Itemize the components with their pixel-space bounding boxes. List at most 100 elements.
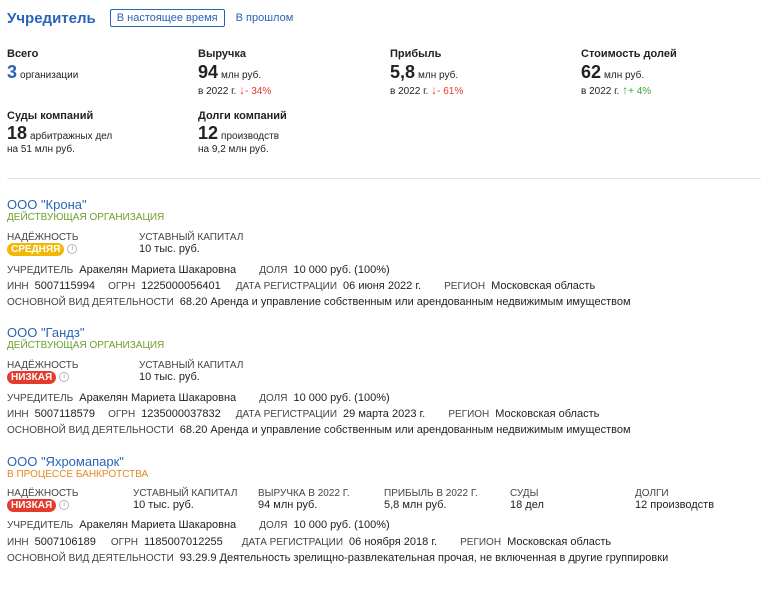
ogrn-label: ОГРН — [108, 409, 136, 420]
stat-total-value[interactable]: 3 — [7, 62, 17, 82]
share-value: 10 000 руб. (100%) — [293, 519, 390, 531]
activity-value: 68.20 Аренда и управление собственным ил… — [179, 296, 631, 308]
share-value: 10 000 руб. (100%) — [293, 264, 390, 276]
ogrn-value: 1185007012255 — [143, 536, 223, 548]
org-name-link[interactable]: ООО "Яхромапарк" — [7, 454, 767, 469]
debts-value[interactable]: 12 производств — [635, 499, 714, 511]
capital-label: УСТАВНЫЙ КАПИТАЛ — [139, 232, 244, 243]
org-status: ДЕЙСТВУЮЩАЯ ОРГАНИЗАЦИЯ — [7, 340, 165, 351]
stat-revenue-year: в 2022 г. — [198, 86, 237, 97]
org-card: ООО "Гандз" ДЕЙСТВУЮЩАЯ ОРГАНИЗАЦИЯ НАДЁ… — [7, 325, 767, 440]
founder-label: УЧРЕДИТЕЛЬ — [7, 265, 74, 276]
stat-profit-label: Прибыль — [390, 48, 442, 60]
org-card: ООО "Яхромапарк" В ПРОЦЕССЕ БАНКРОТСТВА … — [7, 454, 767, 574]
info-icon[interactable]: i — [59, 500, 70, 511]
stat-debts-sub: на 9,2 млн руб. — [198, 144, 269, 155]
ogrn-label: ОГРН — [110, 537, 138, 548]
stat-profit-unit: млн руб. — [418, 70, 459, 81]
capital-label: УСТАВНЫЙ КАПИТАЛ — [133, 488, 238, 499]
ogrn-label: ОГРН — [108, 281, 136, 292]
inn-label: ИНН — [7, 409, 29, 420]
org-name-link[interactable]: ООО "Крона" — [7, 197, 767, 212]
share-label: ДОЛЯ — [259, 520, 288, 531]
stat-profit-change: - 61% — [437, 86, 464, 97]
info-icon[interactable]: i — [67, 244, 78, 255]
founder-value: Аракелян Мариета Шакаровна — [79, 392, 237, 404]
reliability-label: НАДЁЖНОСТЬ — [7, 360, 79, 371]
activity-label: ОСНОВНОЙ ВИД ДЕЯТЕЛЬНОСТИ — [7, 553, 174, 564]
reg-date-value: 06 ноября 2018 г. — [349, 536, 438, 548]
region-value: Московская область — [491, 280, 596, 292]
stat-courts-unit: арбитражных дел — [30, 131, 113, 142]
org-card: ООО "Крона" ДЕЙСТВУЮЩАЯ ОРГАНИЗАЦИЯ НАДЁ… — [7, 197, 767, 312]
reliability-badge: НИЗКАЯ — [7, 499, 57, 512]
stat-debts: Долги компаний 12 производств на 9,2 млн … — [198, 110, 287, 155]
founder-value: Аракелян Мариета Шакаровна — [79, 264, 237, 276]
reg-date-label: ДАТА РЕГИСТРАЦИИ — [235, 281, 338, 292]
share-label: ДОЛЯ — [259, 265, 288, 276]
stat-courts-sub: на 51 млн руб. — [7, 144, 75, 155]
org-status: ДЕЙСТВУЮЩАЯ ОРГАНИЗАЦИЯ — [7, 212, 165, 223]
inn-value: 5007115994 — [34, 280, 96, 292]
reliability-label: НАДЁЖНОСТЬ — [7, 232, 79, 243]
stat-shares-unit: млн руб. — [604, 70, 645, 81]
tab-past[interactable]: В прошлом — [230, 10, 300, 26]
stat-revenue: Выручка 94 млн руб. в 2022 г. ↓- 34% — [198, 48, 271, 97]
stat-debts-value: 12 — [198, 123, 219, 143]
region-value: Московская область — [507, 536, 612, 548]
stat-courts-label: Суды компаний — [7, 110, 94, 122]
tab-current[interactable]: В настоящее время — [109, 9, 225, 27]
stat-revenue-unit: млн руб. — [221, 70, 262, 81]
activity-value: 68.20 Аренда и управление собственным ил… — [179, 424, 631, 436]
stat-total-unit: организации — [20, 70, 79, 81]
founder-value: Аракелян Мариета Шакаровна — [79, 519, 237, 531]
ogrn-value: 1225000056401 — [141, 280, 221, 292]
org-name-link[interactable]: ООО "Гандз" — [7, 325, 767, 340]
stat-profit-year: в 2022 г. — [390, 86, 429, 97]
reg-date-label: ДАТА РЕГИСТРАЦИИ — [235, 409, 338, 420]
stat-profit: Прибыль 5,8 млн руб. в 2022 г. ↓- 61% — [390, 48, 463, 97]
region-label: РЕГИОН — [460, 537, 502, 548]
capital-value: 10 тыс. руб. — [139, 371, 200, 383]
reliability-badge: НИЗКАЯ — [7, 371, 57, 384]
stat-shares-label: Стоимость долей — [581, 48, 677, 60]
region-value: Московская область — [495, 408, 600, 420]
reliability-label: НАДЁЖНОСТЬ — [7, 488, 79, 499]
inn-value: 5007118579 — [34, 408, 96, 420]
stat-courts-value: 18 — [7, 123, 28, 143]
stat-shares: Стоимость долей 62 млн руб. в 2022 г. ↑+ … — [581, 48, 677, 97]
stat-total: Всего 3 организации — [7, 48, 78, 83]
stat-courts: Суды компаний 18 арбитражных дел на 51 мл… — [7, 110, 112, 155]
info-icon[interactable]: i — [59, 372, 70, 383]
ogrn-value: 1235000037832 — [141, 408, 221, 420]
courts-value[interactable]: 18 дел — [510, 499, 544, 511]
founder-label: УЧРЕДИТЕЛЬ — [7, 520, 74, 531]
capital-label: УСТАВНЫЙ КАПИТАЛ — [139, 360, 244, 371]
reg-date-value: 29 марта 2023 г. — [343, 408, 426, 420]
share-label: ДОЛЯ — [259, 393, 288, 404]
org-status: В ПРОЦЕССЕ БАНКРОТСТВА — [7, 469, 149, 480]
reg-date-label: ДАТА РЕГИСТРАЦИИ — [241, 537, 344, 548]
stat-debts-unit: производств — [221, 131, 280, 142]
founder-label: УЧРЕДИТЕЛЬ — [7, 393, 74, 404]
region-label: РЕГИОН — [444, 281, 486, 292]
stat-profit-value: 5,8 — [390, 62, 416, 82]
reg-date-value: 06 июня 2022 г. — [343, 280, 422, 292]
courts-label: СУДЫ — [510, 488, 539, 499]
share-value: 10 000 руб. (100%) — [293, 392, 390, 404]
profit-value: 5,8 млн руб. — [384, 499, 447, 511]
page-title: Учредитель — [7, 9, 96, 27]
profit-label: ПРИБЫЛЬ В 2022 Г. — [384, 488, 478, 499]
stat-shares-year: в 2022 г. — [581, 86, 620, 97]
stat-revenue-change: - 34% — [245, 86, 272, 97]
stat-debts-label: Долги компаний — [198, 110, 287, 122]
debts-label: ДОЛГИ — [635, 488, 669, 499]
inn-label: ИНН — [7, 537, 29, 548]
reliability-badge: СРЕДНЯЯ — [7, 243, 65, 256]
capital-value: 10 тыс. руб. — [133, 499, 194, 511]
region-label: РЕГИОН — [448, 409, 490, 420]
stat-revenue-label: Выручка — [198, 48, 247, 60]
stat-total-label: Всего — [7, 48, 39, 60]
activity-label: ОСНОВНОЙ ВИД ДЕЯТЕЛЬНОСТИ — [7, 425, 174, 436]
revenue-label: ВЫРУЧКА В 2022 Г. — [258, 488, 350, 499]
